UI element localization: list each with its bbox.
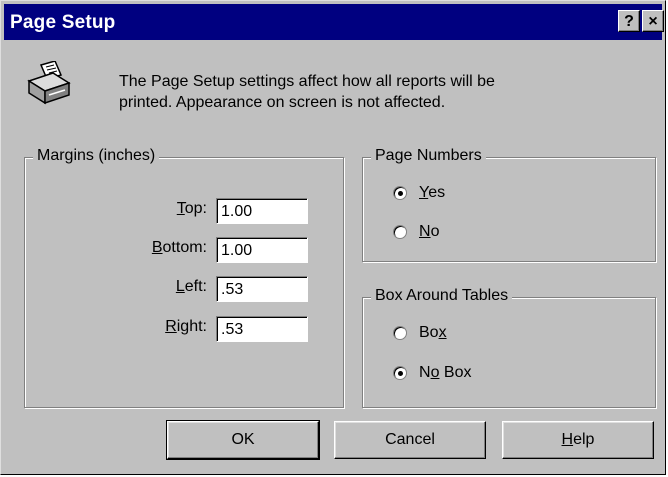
- window-title: Page Setup: [10, 12, 116, 33]
- box-around-tables-group: Box Around Tables Box No Box: [362, 287, 656, 408]
- no-box-label: No Box: [419, 364, 471, 382]
- help-mnemonic: H: [561, 431, 574, 448]
- right-mnemonic: R: [165, 318, 177, 335]
- box-mnemonic: x: [438, 324, 447, 341]
- page-numbers-legend: Page Numbers: [371, 147, 486, 165]
- ok-button[interactable]: OK: [166, 420, 320, 460]
- no-box-radio[interactable]: [393, 366, 407, 380]
- left-mnemonic: L: [175, 278, 185, 295]
- title-bar[interactable]: Page Setup ? ×: [4, 4, 664, 40]
- yes-label-rest: es: [428, 184, 446, 201]
- no-label-rest: o: [430, 223, 440, 240]
- help-button[interactable]: Help: [502, 421, 654, 459]
- yes-label: Yes: [419, 184, 445, 202]
- left-margin-input[interactable]: .53: [216, 276, 308, 302]
- top-mnemonic: T: [176, 200, 185, 217]
- page-setup-dialog: Page Setup ? × The Page Setup settings a…: [0, 0, 666, 475]
- top-margin-input[interactable]: 1.00: [216, 198, 308, 224]
- intro-line-1: The Page Setup settings affect how all r…: [119, 73, 495, 90]
- top-label: Top:: [177, 200, 207, 218]
- right-label-rest: ight:: [176, 318, 207, 335]
- box-label-pre: Bo: [419, 324, 439, 341]
- left-label-rest: eft:: [184, 278, 207, 295]
- left-label: Left:: [176, 278, 207, 296]
- yes-radio[interactable]: [393, 186, 407, 200]
- right-label: Right:: [165, 318, 207, 336]
- box-radio[interactable]: [393, 326, 407, 340]
- help-icon[interactable]: ?: [618, 10, 640, 32]
- no-mnemonic: N: [419, 223, 431, 240]
- printer-icon: [27, 61, 71, 105]
- top-label-rest: op:: [184, 200, 207, 217]
- intro-text: The Page Setup settings affect how all r…: [119, 71, 599, 113]
- bottom-label-rest: ottom:: [162, 239, 207, 256]
- box-around-tables-legend: Box Around Tables: [371, 287, 513, 305]
- box-label: Box: [419, 324, 447, 342]
- help-label-rest: elp: [573, 431, 595, 448]
- no-box-label-rest: Box: [439, 364, 472, 381]
- close-icon[interactable]: ×: [642, 10, 664, 32]
- no-box-label-pre: N: [419, 364, 431, 381]
- page-numbers-group: Page Numbers Yes No: [362, 147, 656, 262]
- right-margin-input[interactable]: .53: [216, 316, 308, 342]
- no-radio[interactable]: [393, 225, 407, 239]
- bottom-margin-input[interactable]: 1.00: [216, 237, 308, 263]
- bottom-mnemonic: B: [151, 239, 163, 256]
- margins-group: Margins (inches) Top: 1.00 Bottom: 1.00 …: [24, 147, 344, 408]
- margins-legend: Margins (inches): [33, 147, 160, 165]
- intro-line-2: printed. Appearance on screen is not aff…: [119, 94, 446, 111]
- bottom-label: Bottom:: [152, 239, 207, 257]
- yes-mnemonic: Y: [419, 184, 429, 201]
- no-label: No: [419, 223, 439, 241]
- cancel-button[interactable]: Cancel: [334, 421, 486, 459]
